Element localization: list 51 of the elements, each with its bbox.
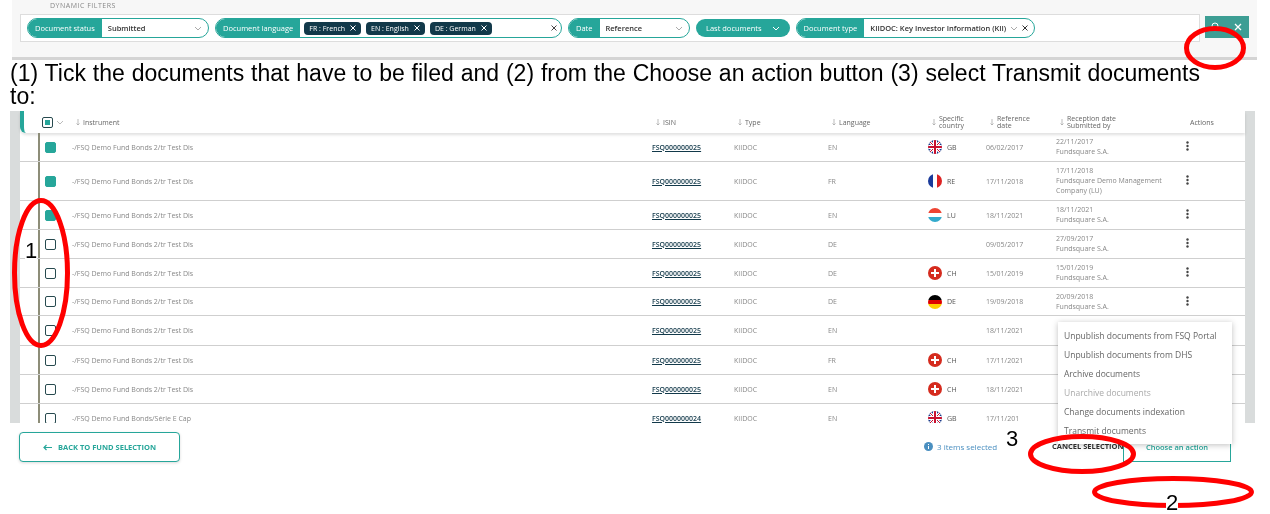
clear-button[interactable]: [1022, 25, 1029, 31]
row-checkbox[interactable]: [45, 383, 56, 395]
row-checkbox[interactable]: [45, 325, 56, 336]
caret-icon: [194, 25, 202, 31]
swiss-flag-icon: [928, 266, 942, 280]
swiss-flag-icon: [928, 382, 942, 396]
select-all-checkbox[interactable]: [42, 116, 53, 128]
row-checkbox[interactable]: [45, 296, 56, 307]
swiss-flag-icon: [928, 353, 942, 367]
caret-icon: [1010, 25, 1019, 31]
row-checkbox[interactable]: [45, 238, 56, 250]
menu-item[interactable]: Archive documents: [1058, 364, 1232, 383]
menu-item[interactable]: Unpublish documents from DHS: [1058, 345, 1232, 364]
sort-icon: [1060, 118, 1064, 126]
selection-count: 3 items selected: [937, 441, 998, 452]
sort-icon: [76, 118, 80, 126]
annotation-number: 1: [25, 240, 38, 262]
caret-icon: [675, 25, 683, 31]
sort-icon: [832, 118, 836, 126]
caret-icon: [56, 119, 64, 125]
remove-tag-button[interactable]: [480, 25, 487, 31]
more-options-icon[interactable]: [1186, 141, 1189, 151]
more-options-icon[interactable]: [1186, 209, 1189, 219]
row-checkbox[interactable]: [45, 175, 56, 187]
instruction-text: (1) Tick the documents that have to be filed and (2) from the Choose an action button (3) select Transmit documents to:: [10, 62, 1200, 108]
row-checkbox[interactable]: [45, 354, 56, 366]
more-options-icon[interactable]: [1186, 295, 1189, 306]
sort-icon: [656, 118, 660, 126]
row-checkbox[interactable]: [45, 209, 56, 221]
row-checkbox[interactable]: [45, 141, 56, 153]
info-icon: [924, 442, 933, 451]
remove-tag-button[interactable]: [350, 25, 357, 31]
close-icon: [1234, 23, 1242, 31]
row-checkbox[interactable]: [45, 412, 56, 423]
france-flag-icon: [928, 174, 942, 188]
arrow-left-icon: [43, 443, 53, 451]
remove-tag-button[interactable]: [413, 25, 420, 31]
more-options-icon[interactable]: [1186, 175, 1189, 185]
clear-button[interactable]: [551, 25, 557, 31]
germany-flag-icon: [928, 294, 942, 309]
more-options-icon[interactable]: [1186, 238, 1189, 248]
menu-item[interactable]: Change documents indexation: [1058, 402, 1232, 421]
sort-icon: [932, 118, 936, 126]
row-checkbox[interactable]: [45, 267, 56, 279]
sort-icon: [738, 118, 742, 126]
luxembourg-flag-icon: [928, 208, 942, 222]
caret-icon: [771, 25, 780, 31]
more-options-icon[interactable]: [1186, 267, 1189, 277]
sort-icon: [990, 118, 994, 126]
uk-flag-icon: [928, 140, 942, 154]
menu-item[interactable]: Unpublish documents from FSQ Portal: [1058, 326, 1232, 345]
